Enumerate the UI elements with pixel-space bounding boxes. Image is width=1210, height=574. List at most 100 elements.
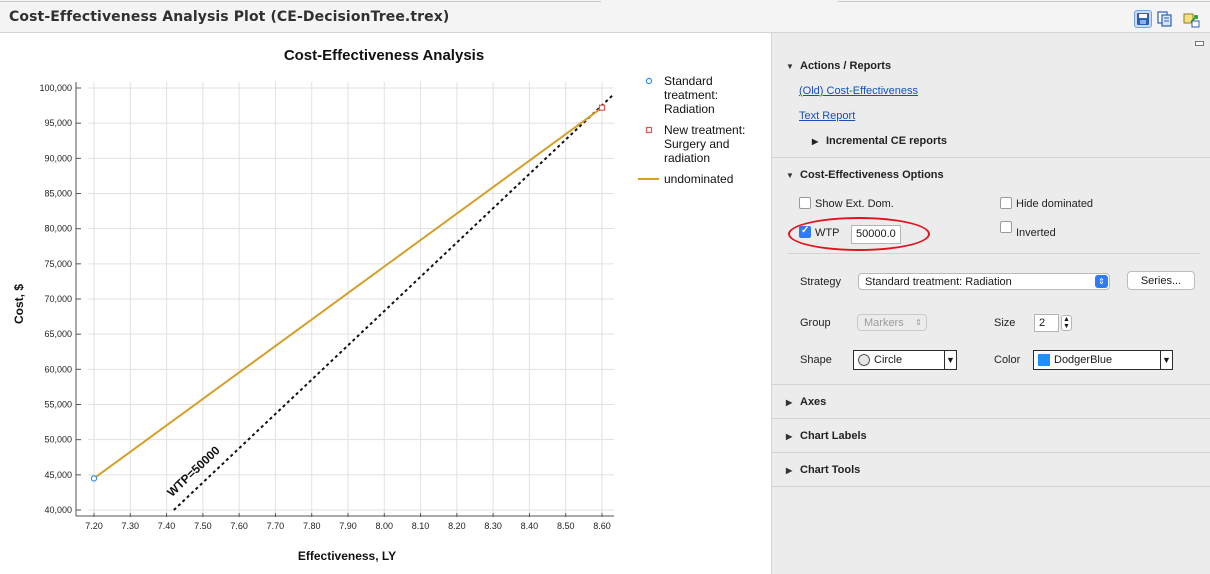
y-tick-label: 80,000	[44, 224, 72, 234]
divider	[772, 384, 1210, 385]
x-tick-label: 7.20	[85, 521, 103, 531]
x-tick-label: 7.50	[194, 521, 212, 531]
chevron-down-icon: ▼	[1160, 351, 1172, 369]
window-title: Cost-Effectiveness Analysis Plot (CE-Dec…	[9, 9, 450, 25]
inverted-label: Inverted	[1016, 227, 1056, 239]
link-text-report[interactable]: Text Report	[799, 110, 855, 122]
x-tick-label: 8.10	[412, 521, 430, 531]
x-tick-label: 8.60	[593, 521, 611, 531]
circle-icon	[858, 354, 870, 366]
y-tick-label: 55,000	[44, 400, 72, 410]
shape-combo[interactable]: Circle ▼	[853, 350, 957, 370]
x-tick-label: 8.00	[376, 521, 394, 531]
y-tick-label: 90,000	[44, 153, 72, 163]
window-titlebar: Cost-Effectiveness Analysis Plot (CE-Dec…	[0, 0, 1210, 33]
y-tick-label: 70,000	[44, 294, 72, 304]
legend: Standardtreatment:Radiation New treatment…	[638, 74, 745, 186]
legend-label: treatment:	[664, 88, 718, 102]
hide-dominated-label: Hide dominated	[1016, 198, 1094, 210]
select-arrows-icon: ⇕	[915, 318, 922, 327]
y-tick-label: 75,000	[44, 259, 72, 269]
show-ext-dom-label: Show Ext. Dom.	[815, 198, 894, 210]
strategy-select[interactable]: Standard treatment: Radiation ⇕	[858, 273, 1110, 290]
chevron-right-icon: ▶	[812, 137, 819, 146]
section-chart-labels-label: Chart Labels	[800, 430, 867, 442]
x-tick-label: 7.80	[303, 521, 321, 531]
options-panel: ▼ Actions / Reports (Old) Cost-Effectiven…	[771, 33, 1210, 574]
wtp-highlight-annotation	[788, 217, 930, 251]
legend-label: undominated	[664, 172, 733, 186]
x-tick-label: 8.20	[448, 521, 466, 531]
shape-combo-value: Circle	[874, 354, 903, 366]
x-tick-label: 7.40	[158, 521, 176, 531]
legend-label: Standard	[664, 74, 713, 88]
x-tick-label: 8.50	[557, 521, 575, 531]
group-select[interactable]: Markers ⇕	[857, 314, 927, 331]
color-combo-value: DodgerBlue	[1054, 354, 1113, 366]
section-ce-options-label: Cost-Effectiveness Options	[800, 169, 944, 181]
y-tick-label: 40,000	[44, 505, 72, 515]
y-tick-label: 85,000	[44, 189, 72, 199]
legend-label: Surgery and	[664, 137, 729, 151]
chart-area: 7.20 7.30 7.40 7.50 7.60 7.70 7.80 7.90 8.00 8.10…	[0, 33, 771, 574]
series-button[interactable]: Series...	[1127, 271, 1195, 290]
y-tick-label: 65,000	[44, 329, 72, 339]
section-ce-options[interactable]: ▼ Cost-Effectiveness Options	[786, 169, 944, 181]
export-button[interactable]	[1183, 10, 1201, 28]
section-actions-reports-label: Actions / Reports	[800, 60, 892, 72]
export-icon	[1183, 13, 1200, 28]
inverted-checkbox[interactable]	[1000, 221, 1012, 233]
group-label: Group	[800, 317, 831, 329]
show-ext-dom-checkbox[interactable]	[799, 197, 811, 209]
chevron-right-icon: ▶	[786, 398, 793, 407]
y-tick-label: 50,000	[44, 435, 72, 445]
legend-label: Radiation	[664, 102, 715, 116]
x-axis-label: Effectiveness, LY	[298, 549, 396, 563]
y-tick-label: 100,000	[39, 83, 72, 93]
section-axes[interactable]: ▶ Axes	[786, 396, 826, 408]
chevron-down-icon: ▼	[786, 171, 794, 180]
x-tick-label: 7.30	[122, 521, 140, 531]
minimize-panel-button[interactable]	[1195, 41, 1204, 46]
legend-label: radiation	[664, 151, 710, 165]
legend-marker-new	[645, 126, 653, 134]
y-tick-label: 60,000	[44, 364, 72, 374]
group-select-value: Markers	[864, 317, 904, 329]
section-actions-reports[interactable]: ▼ Actions / Reports	[786, 60, 891, 72]
color-label: Color	[994, 354, 1021, 366]
legend-marker-standard	[645, 77, 653, 85]
size-stepper[interactable]: ▲ ▼	[1061, 315, 1072, 331]
chart-title: Cost-Effectiveness Analysis	[284, 47, 484, 64]
save-icon	[1137, 13, 1149, 25]
strategy-label: Strategy	[800, 276, 841, 288]
link-old-cost-effectiveness[interactable]: (Old) Cost-Effectiveness	[799, 85, 918, 97]
top-divider-left	[0, 0, 601, 2]
size-input[interactable]: 2	[1034, 314, 1059, 332]
divider	[788, 253, 1200, 254]
save-button[interactable]	[1134, 10, 1152, 28]
chevron-down-icon: ▼	[786, 62, 794, 71]
section-chart-labels[interactable]: ▶ Chart Labels	[786, 430, 867, 442]
y-axis-label: Cost, $	[12, 284, 26, 324]
y-tick-label: 95,000	[44, 118, 72, 128]
x-tick-label: 8.30	[484, 521, 502, 531]
ce-chart: 7.20 7.30 7.40 7.50 7.60 7.70 7.80 7.90 8.00 8.10…	[12, 47, 745, 563]
copy-icon	[1157, 11, 1172, 27]
copy-chart-button[interactable]	[1156, 10, 1174, 28]
x-tick-label: 7.70	[267, 521, 285, 531]
legend-label: New treatment:	[664, 123, 745, 137]
color-combo[interactable]: DodgerBlue ▼	[1033, 350, 1173, 370]
hide-dominated-checkbox[interactable]	[1000, 197, 1012, 209]
top-divider-right	[838, 0, 1210, 2]
incremental-ce-reports-label: Incremental CE reports	[826, 135, 948, 147]
section-chart-tools[interactable]: ▶ Chart Tools	[786, 464, 860, 476]
incremental-ce-reports[interactable]: ▶ Incremental CE reports	[812, 135, 947, 147]
select-arrows-icon: ⇕	[1095, 275, 1108, 288]
x-tick-label: 7.60	[230, 521, 248, 531]
grid-lines	[76, 82, 614, 516]
size-label: Size	[994, 317, 1016, 329]
chevron-right-icon: ▶	[786, 432, 793, 441]
new-treatment-point	[598, 104, 606, 111]
section-axes-label: Axes	[800, 396, 827, 408]
divider	[772, 486, 1210, 487]
